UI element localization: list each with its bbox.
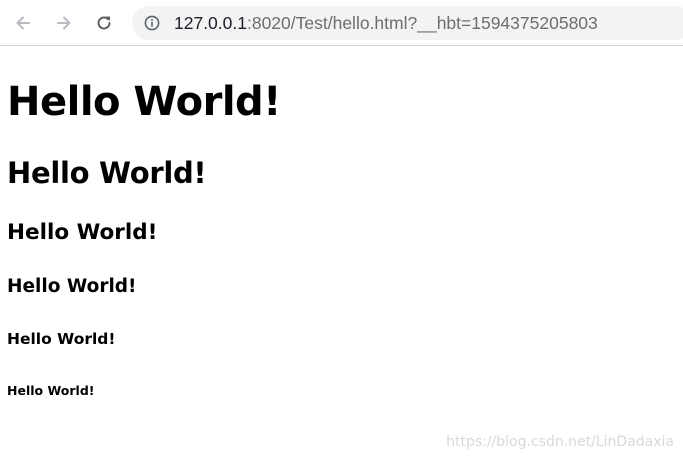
heading-h4: Hello World! bbox=[7, 276, 137, 297]
heading-h1: Hello World! bbox=[7, 79, 281, 125]
back-button[interactable] bbox=[8, 8, 38, 38]
url-path: :8020/Test/hello.html?__hbt=159437520580… bbox=[246, 13, 598, 33]
reload-button[interactable] bbox=[89, 8, 119, 38]
browser-toolbar: 127.0.0.1:8020/Test/hello.html?__hbt=159… bbox=[0, 0, 683, 46]
heading-h6: Hello World! bbox=[7, 383, 95, 398]
url-host: 127.0.0.1 bbox=[174, 13, 247, 33]
heading-h3: Hello World! bbox=[7, 220, 158, 245]
watermark: https://blog.csdn.net/LinDadaxia bbox=[446, 434, 674, 450]
heading-h2: Hello World! bbox=[7, 156, 207, 190]
heading-h5: Hello World! bbox=[7, 330, 116, 348]
url-text[interactable]: 127.0.0.1:8020/Test/hello.html?__hbt=159… bbox=[174, 6, 598, 40]
forward-button[interactable] bbox=[49, 8, 79, 38]
reload-icon bbox=[97, 16, 111, 30]
arrow-right-icon bbox=[57, 16, 71, 30]
info-icon[interactable] bbox=[144, 15, 160, 31]
arrow-left-icon bbox=[16, 16, 30, 30]
address-bar[interactable]: 127.0.0.1:8020/Test/hello.html?__hbt=159… bbox=[132, 6, 683, 40]
